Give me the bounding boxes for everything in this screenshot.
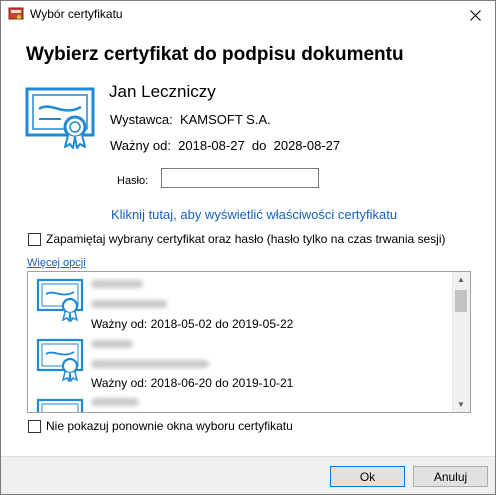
password-input[interactable] — [161, 168, 319, 188]
certificate-validity: Ważny od: 2018-06-20 do 2019-10-21 — [91, 376, 294, 390]
certificate-validity: Ważny od: 2018-08-27 do 2028-08-27 — [110, 138, 340, 153]
issuer-label: Wystawca: — [110, 112, 173, 127]
redacted-text — [91, 340, 133, 348]
window-title: Wybór certyfikatu — [30, 7, 123, 21]
redacted-text — [91, 398, 139, 406]
certificate-icon — [25, 87, 95, 149]
dont-show-again-label: Nie pokazuj ponownie okna wyboru certyfi… — [46, 419, 293, 433]
dont-show-again-checkbox[interactable] — [28, 420, 41, 433]
issuer-value: KAMSOFT S.A. — [179, 112, 271, 127]
certificate-list[interactable]: Ważny od: 2018-05-02 do 2019-05-22 Ważny… — [27, 271, 471, 413]
redacted-text — [91, 360, 209, 368]
cancel-button[interactable]: Anuluj — [413, 466, 488, 487]
button-bar: Ok Anuluj — [1, 456, 495, 494]
list-item[interactable]: Ważny od: 2018-05-02 do 2019-05-22 — [28, 272, 452, 332]
valid-to-value: 2028-08-27 — [273, 138, 341, 153]
more-options-link[interactable]: Więcej opcji — [27, 257, 86, 269]
scroll-thumb[interactable] — [455, 290, 467, 312]
certificate-icon — [36, 278, 84, 322]
dialog-heading: Wybierz certyfikat do podpisu dokumentu — [26, 44, 404, 65]
close-icon — [469, 9, 481, 21]
redacted-text — [91, 280, 143, 288]
list-item[interactable]: Ważny od: 2018-06-20 do 2019-10-21 — [28, 332, 452, 392]
certificate-issuer: Wystawca: KAMSOFT S.A. — [110, 112, 271, 127]
certificate-owner: Jan Leczniczy — [109, 82, 216, 101]
valid-from-value: 2018-08-27 — [178, 138, 245, 153]
list-scrollbar[interactable]: ▲ ▼ — [452, 272, 470, 412]
redacted-text — [91, 300, 167, 308]
certificate-properties-link[interactable]: Kliknij tutaj, aby wyświetlić właściwośc… — [111, 207, 397, 222]
certificate-icon — [36, 338, 84, 382]
certificate-dialog: Wybór certyfikatu Wybierz certyfikat do … — [0, 0, 496, 495]
scroll-down-icon[interactable]: ▼ — [457, 400, 465, 409]
list-item[interactable] — [28, 392, 452, 412]
remember-checkbox-label: Zapamiętaj wybrany certyfikat oraz hasło… — [46, 232, 446, 246]
certificate-app-icon — [8, 7, 24, 20]
certificate-validity: Ważny od: 2018-05-02 do 2019-05-22 — [91, 317, 294, 331]
password-label: Hasło: — [117, 175, 149, 187]
ok-button[interactable]: Ok — [330, 466, 405, 487]
close-button[interactable] — [461, 3, 489, 27]
remember-checkbox[interactable] — [28, 233, 41, 246]
valid-from-label: Ważny od: — [110, 138, 171, 153]
valid-to-label: do — [251, 138, 267, 153]
scroll-up-icon[interactable]: ▲ — [457, 275, 465, 284]
title-bar: Wybór certyfikatu — [1, 1, 495, 29]
certificate-icon — [36, 398, 84, 412]
